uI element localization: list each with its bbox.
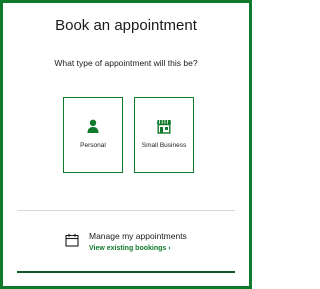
appointment-panel: Book an appointment What type of appoint… — [0, 0, 252, 289]
section-divider — [17, 210, 235, 211]
manage-appointments-title: Manage my appointments — [89, 231, 187, 241]
view-existing-bookings-link[interactable]: View existing bookings › — [89, 245, 171, 252]
small-business-option-label: Small Business — [141, 142, 187, 149]
appointment-type-question: What type of appointment will this be? — [54, 58, 198, 68]
personal-option-button[interactable]: Personal — [63, 97, 123, 173]
personal-option-label: Personal — [80, 142, 106, 149]
calendar-icon — [65, 233, 79, 247]
small-business-option-button[interactable]: Small Business — [134, 97, 194, 173]
bottom-rule — [17, 271, 235, 273]
page-title: Book an appointment — [55, 17, 197, 34]
storefront-icon — [156, 118, 172, 134]
person-icon — [85, 118, 101, 134]
